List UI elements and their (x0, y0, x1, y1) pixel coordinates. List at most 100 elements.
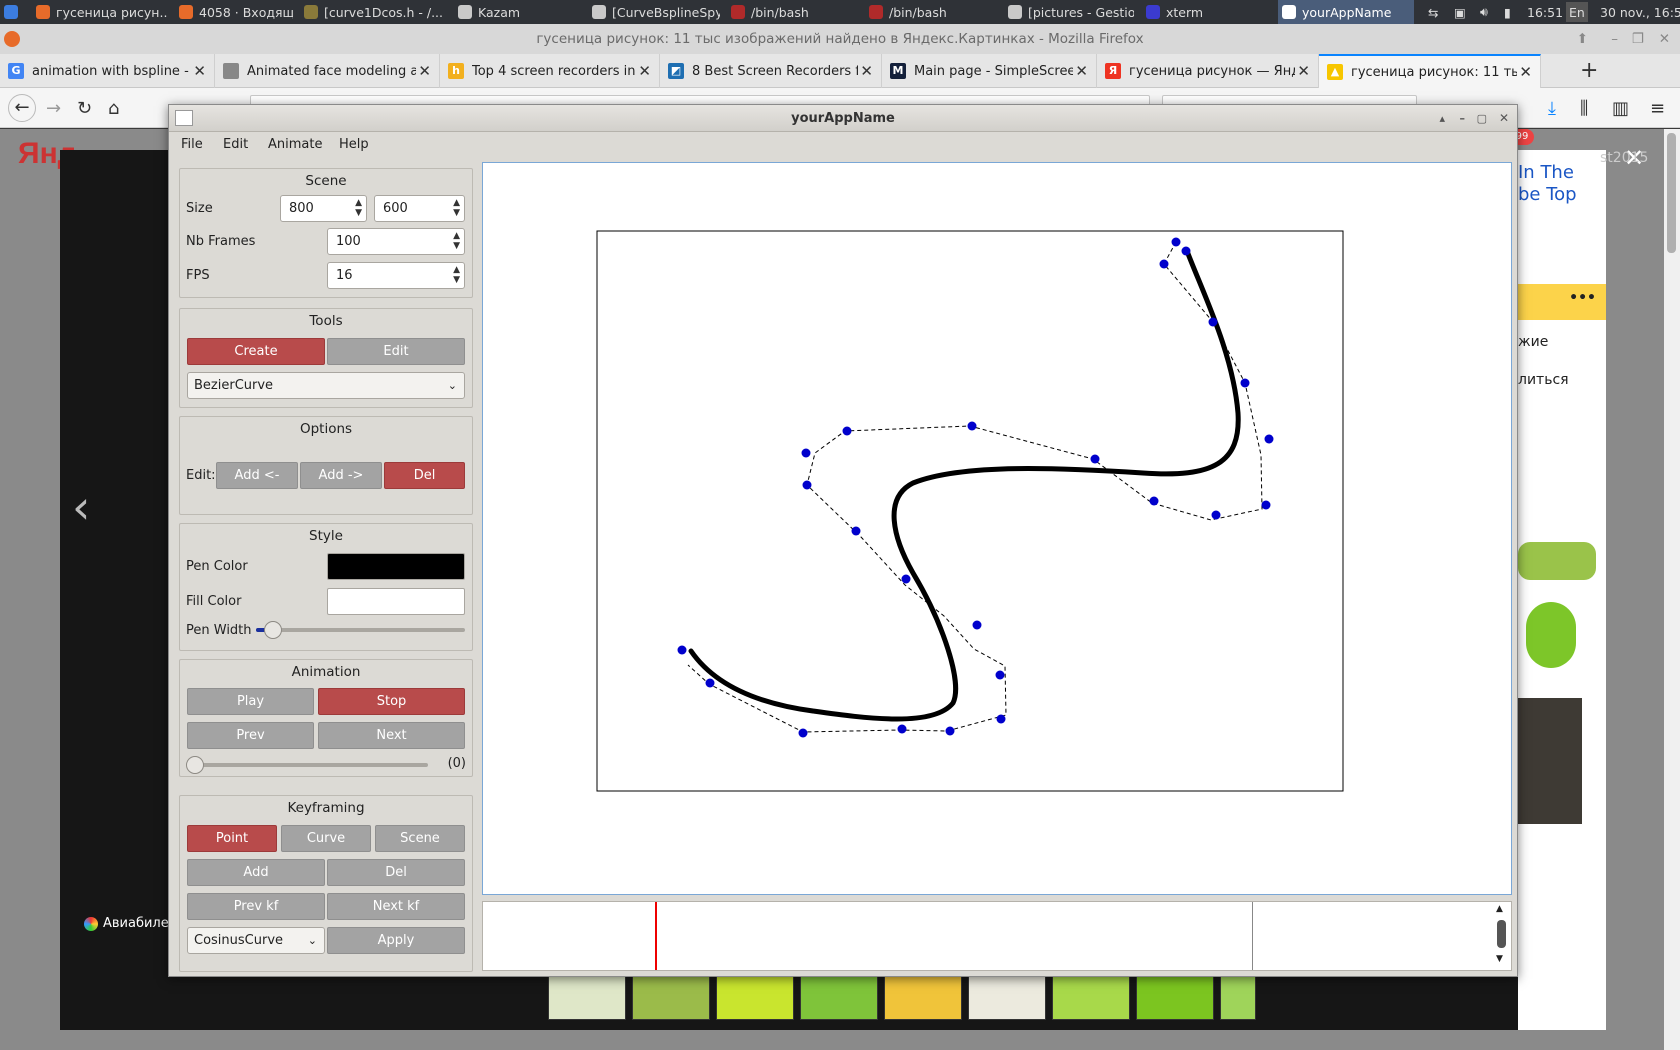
fill-color-swatch[interactable] (327, 588, 465, 615)
tab-close-icon[interactable]: ✕ (860, 62, 873, 80)
menu-file[interactable]: File (181, 137, 203, 152)
firefox-tab[interactable]: ◩ 8 Best Screen Recorders for L✕ (660, 54, 882, 88)
pen-width-slider[interactable] (256, 621, 465, 639)
control-point[interactable] (851, 526, 861, 536)
drawing-canvas[interactable] (482, 162, 1512, 895)
app-close-icon[interactable]: ✕ (1499, 105, 1509, 132)
battery-icon[interactable]: ▮ (1504, 0, 1511, 24)
next-frame-button[interactable]: Next (318, 722, 465, 749)
taskbar-item[interactable]: [pictures - Gestio... (1004, 0, 1134, 24)
library-icon[interactable]: ⫼ (1580, 98, 1588, 119)
restore-icon[interactable]: – (1611, 24, 1618, 54)
control-point[interactable] (1264, 434, 1274, 444)
control-point[interactable] (945, 726, 955, 736)
firefox-tab[interactable]: Ягусеница рисунок — Яндекс✕ (1097, 54, 1319, 88)
app-shade-icon[interactable]: ▴ (1439, 105, 1445, 132)
home-icon[interactable]: ⌂ (108, 98, 119, 119)
firefox-tab[interactable]: ▲ гусеница рисунок: 11 тыс из✕ (1319, 54, 1541, 88)
minimize-icon[interactable]: ⬆ (1577, 24, 1588, 54)
ad-banner[interactable]: ••• (1518, 284, 1606, 320)
volume-icon[interactable]: 🔊︎ (1480, 0, 1488, 24)
thumbnail[interactable] (1052, 974, 1130, 1020)
timeline-cursor[interactable] (655, 902, 657, 970)
spin-arrows-icon[interactable]: ▲ ▼ (453, 265, 460, 285)
edit-tool-button[interactable]: Edit (327, 338, 465, 365)
scene-height-spinbox[interactable]: 600 ▲ ▼ (374, 195, 465, 222)
ad-text-1[interactable]: In The (1518, 162, 1574, 184)
scroll-thumb[interactable] (1497, 920, 1506, 948)
timeline-scrollbar[interactable]: ▲ ▼ (1493, 904, 1509, 968)
forward-icon[interactable]: → (46, 98, 61, 119)
thumbnail[interactable] (800, 974, 878, 1020)
control-point[interactable] (1211, 510, 1221, 520)
sidebar-icon[interactable]: ▥ (1612, 98, 1629, 119)
prev-frame-button[interactable]: Prev (187, 722, 314, 749)
keyframe-point-button[interactable]: Point (187, 825, 277, 852)
firefox-tab[interactable]: Animated face modeling and ada✕ (215, 54, 440, 88)
avia-link[interactable]: Авиабилет (84, 916, 176, 931)
add-keyframe-button[interactable]: Add (187, 859, 325, 886)
thumbnail[interactable] (548, 974, 626, 1020)
more-icon[interactable]: ••• (1569, 290, 1596, 306)
frames-spinbox[interactable]: 100 ▲ ▼ (327, 228, 465, 255)
app-minimize-icon[interactable]: – (1460, 105, 1466, 132)
delete-point-button[interactable]: Del (384, 462, 465, 489)
new-tab-icon[interactable]: + (1580, 58, 1598, 83)
network-icon[interactable]: ⇆ (1428, 0, 1438, 24)
taskbar-item[interactable]: xterm (1142, 0, 1262, 24)
control-point[interactable] (1240, 378, 1250, 388)
control-point[interactable] (798, 728, 808, 738)
maximize-icon[interactable]: ❐ (1632, 24, 1644, 54)
tab-close-icon[interactable]: ✕ (193, 62, 206, 80)
control-point[interactable] (1149, 496, 1159, 506)
tab-close-icon[interactable]: ✕ (1519, 63, 1532, 81)
reload-icon[interactable]: ↻ (77, 98, 92, 119)
tab-close-icon[interactable]: ✕ (638, 62, 651, 80)
taskbar-item[interactable]: /bin/bash (727, 0, 855, 24)
create-button[interactable]: Create (187, 338, 325, 365)
control-point[interactable] (995, 670, 1005, 680)
pen-width-handle[interactable] (263, 621, 282, 639)
apply-button[interactable]: Apply (327, 927, 465, 954)
keyframe-scene-button[interactable]: Scene (375, 825, 465, 852)
thumbnail[interactable] (716, 974, 794, 1020)
control-point[interactable] (1090, 454, 1100, 464)
scene-width-spinbox[interactable]: 800 ▲ ▼ (280, 195, 367, 222)
back-icon[interactable]: ← (8, 94, 36, 122)
menu-edit[interactable]: Edit (223, 137, 248, 152)
control-point[interactable] (901, 574, 911, 584)
frame-slider[interactable] (186, 756, 428, 774)
thumbnail[interactable] (632, 974, 710, 1020)
spin-arrows-icon[interactable]: ▲ ▼ (453, 231, 460, 251)
page-scrollbar[interactable] (1664, 129, 1680, 1050)
menu-animate[interactable]: Animate (268, 137, 322, 152)
ad-text-2[interactable]: be Top (1518, 184, 1577, 206)
control-point[interactable] (801, 448, 811, 458)
add-before-button[interactable]: Add <- (216, 462, 298, 489)
prev-keyframe-button[interactable]: Prev kf (187, 893, 325, 920)
control-point[interactable] (705, 678, 715, 688)
spin-arrows-icon[interactable]: ▲ ▼ (453, 198, 460, 218)
close-icon[interactable]: ✕ (1659, 24, 1670, 54)
app-maximize-icon[interactable]: ▢ (1477, 105, 1487, 132)
next-keyframe-button[interactable]: Next kf (327, 893, 465, 920)
taskbar-item[interactable]: гусеница рисун... (32, 0, 168, 24)
camera-icon[interactable]: ▣ (1454, 0, 1466, 24)
thumbnail[interactable] (884, 974, 962, 1020)
scroll-down-icon[interactable]: ▼ (1496, 954, 1503, 964)
control-point[interactable] (967, 421, 977, 431)
control-point[interactable] (677, 645, 687, 655)
fps-spinbox[interactable]: 16 ▲ ▼ (327, 262, 465, 289)
tab-close-icon[interactable]: ✕ (1297, 62, 1310, 80)
canvas-svg[interactable] (483, 163, 1511, 894)
pen-color-swatch[interactable] (327, 553, 465, 580)
start-menu-icon[interactable] (4, 0, 24, 24)
taskbar-item[interactable]: [curve1Dcos.h - /... (300, 0, 450, 24)
timeline-panel[interactable]: ▲ ▼ (482, 901, 1512, 971)
spin-arrows-icon[interactable]: ▲ ▼ (355, 198, 362, 218)
thumb-green-2[interactable] (1526, 602, 1576, 668)
thumb-photo[interactable] (1518, 698, 1582, 824)
share-button[interactable]: литься (1518, 372, 1569, 388)
tab-close-icon[interactable]: ✕ (418, 62, 431, 80)
taskbar-item[interactable]: Kazam (454, 0, 574, 24)
